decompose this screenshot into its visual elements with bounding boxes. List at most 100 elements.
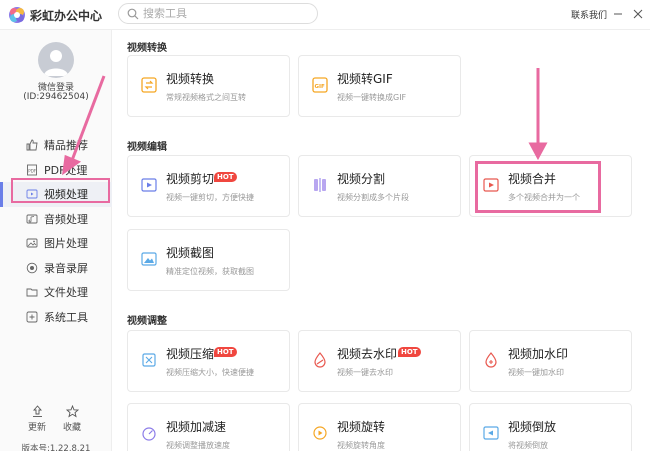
- sidebar-item-system-tools[interactable]: 系统工具: [0, 305, 112, 330]
- card-video-snapshot[interactable]: 视频截图 精准定位视频，获取截图: [127, 229, 290, 291]
- video-split-icon: [314, 178, 326, 192]
- sidebar-item-label: 视频处理: [44, 188, 88, 202]
- image-icon: [26, 238, 38, 248]
- update-button[interactable]: 更新: [22, 405, 52, 433]
- sidebar-item-label: 精品推荐: [44, 139, 88, 153]
- hot-badge: HOT: [398, 347, 421, 357]
- minimize-icon[interactable]: [611, 7, 625, 21]
- video-convert-icon: [141, 77, 157, 93]
- card-video-compress[interactable]: 视频压缩 HOT 视频压缩大小，快速便捷: [127, 330, 290, 392]
- card-title: 视频加减速: [166, 420, 227, 434]
- svg-text:PDF: PDF: [28, 168, 36, 173]
- reverse-icon: [483, 426, 499, 440]
- folder-icon: [26, 288, 38, 297]
- version-label: 版本号:1.22.8.21: [21, 444, 91, 451]
- card-title: 视频倒放: [508, 420, 557, 434]
- video-compress-icon: [142, 353, 156, 367]
- card-video-cut[interactable]: 视频剪切 HOT 视频一键剪切，方便快捷: [127, 155, 290, 217]
- sidebar-item-image[interactable]: 图片处理: [0, 231, 112, 256]
- avatar[interactable]: [38, 42, 74, 78]
- card-description: 视频调整播放速度: [166, 441, 230, 450]
- video-cut-icon: [141, 178, 157, 192]
- card-description: 视频一键加水印: [508, 368, 564, 377]
- card-video-to-gif[interactable]: GIF 视频转GIF 视频一键转换成GIF: [298, 55, 461, 117]
- user-id: (ID:29462504): [23, 92, 89, 102]
- card-title: 视频转GIF: [337, 72, 393, 86]
- card-description: 视频旋转角度: [337, 441, 385, 450]
- sidebar-item-label: PDF处理: [44, 163, 88, 177]
- title-bar: 彩虹办公中心 联系我们: [0, 0, 650, 30]
- card-title: 视频加水印: [508, 347, 569, 361]
- sidebar-item-label: 系统工具: [44, 310, 88, 324]
- sidebar-nav: 精品推荐 PDF PDF处理 视频处理 音频处理 图片处理 录音录屏 文件处理: [0, 133, 112, 329]
- thumbs-up-icon: [26, 139, 38, 151]
- video-merge-icon: [483, 178, 499, 192]
- card-video-speed[interactable]: 视频加减速 视频调整播放速度: [127, 403, 290, 451]
- card-description: 视频一键剪切，方便快捷: [166, 193, 254, 202]
- sidebar-item-label: 文件处理: [44, 286, 88, 300]
- sidebar-item-audio[interactable]: 音频处理: [0, 207, 112, 232]
- record-icon: [26, 262, 38, 274]
- section-title-edit: 视频编辑: [127, 142, 167, 153]
- card-description: 视频分割成多个片段: [337, 193, 409, 202]
- user-icon: [44, 50, 68, 76]
- watermark-remove-icon: [314, 352, 326, 368]
- card-title: 视频旋转: [337, 420, 386, 434]
- card-description: 将视频倒放: [508, 441, 548, 450]
- sidebar: 微信登录 (ID:29462504) 精品推荐 PDF PDF处理 视频处理 音…: [0, 30, 112, 451]
- tools-icon: [26, 311, 38, 323]
- card-title: 视频压缩: [166, 347, 215, 361]
- app-title: 彩虹办公中心: [30, 9, 103, 23]
- section-title-adjust: 视频调整: [127, 316, 167, 327]
- section-title-convert: 视频转换: [127, 43, 167, 54]
- sidebar-item-label: 图片处理: [44, 237, 88, 251]
- main-content: 视频转换 视频转换 常规视频格式之间互转 GIF 视频转GIF 视频一键转换成G…: [112, 30, 650, 451]
- sidebar-item-recommended[interactable]: 精品推荐: [0, 133, 112, 158]
- rainbow-logo-icon: [9, 7, 25, 23]
- card-title: 视频剪切: [166, 172, 215, 186]
- card-video-remove-watermark[interactable]: 视频去水印 HOT 视频一键去水印: [298, 330, 461, 392]
- sidebar-item-label: 音频处理: [44, 212, 88, 226]
- search-icon: [127, 8, 139, 20]
- sidebar-item-record[interactable]: 录音录屏: [0, 256, 112, 281]
- card-description: 视频压缩大小，快速便捷: [166, 368, 254, 377]
- card-video-merge[interactable]: 视频合并 多个视频合并为一个: [469, 155, 632, 217]
- sidebar-item-video[interactable]: 视频处理: [0, 182, 112, 207]
- hot-badge: HOT: [214, 347, 237, 357]
- video-icon: [26, 189, 38, 199]
- card-title: 视频转换: [166, 72, 215, 86]
- search-input[interactable]: [143, 6, 313, 21]
- card-title: 视频去水印: [337, 347, 398, 361]
- speed-icon: [142, 427, 156, 441]
- watermark-add-icon: [485, 352, 497, 368]
- card-description: 精准定位视频，获取截图: [166, 267, 254, 276]
- card-video-rotate[interactable]: 视频旋转 视频旋转角度: [298, 403, 461, 451]
- card-title: 视频截图: [166, 246, 215, 260]
- contact-us-link[interactable]: 联系我们: [571, 8, 607, 21]
- sidebar-item-label: 录音录屏: [44, 261, 88, 275]
- svg-text:GIF: GIF: [315, 84, 326, 90]
- card-title: 视频分割: [337, 172, 386, 186]
- pdf-icon: PDF: [27, 164, 37, 176]
- card-description: 多个视频合并为一个: [508, 193, 580, 202]
- close-icon[interactable]: [631, 7, 645, 21]
- update-label: 更新: [27, 423, 46, 433]
- card-video-split[interactable]: 视频分割 视频分割成多个片段: [298, 155, 461, 217]
- card-video-reverse[interactable]: 视频倒放 将视频倒放: [469, 403, 632, 451]
- video-snapshot-icon: [141, 252, 157, 266]
- sidebar-item-pdf[interactable]: PDF PDF处理: [0, 158, 112, 183]
- search-box[interactable]: [118, 3, 318, 24]
- audio-icon: [26, 214, 38, 224]
- favorite-label: 收藏: [62, 423, 81, 433]
- card-video-add-watermark[interactable]: 视频加水印 视频一键加水印: [469, 330, 632, 392]
- hot-badge: HOT: [214, 172, 237, 182]
- gif-icon: GIF: [312, 77, 328, 93]
- card-description: 视频一键去水印: [337, 368, 393, 377]
- card-description: 视频一键转换成GIF: [337, 93, 407, 102]
- card-description: 常规视频格式之间互转: [166, 93, 246, 102]
- rotate-icon: [313, 426, 327, 440]
- star-icon: [65, 405, 79, 418]
- favorite-button[interactable]: 收藏: [57, 405, 87, 433]
- sidebar-item-file[interactable]: 文件处理: [0, 280, 112, 305]
- card-video-convert[interactable]: 视频转换 常规视频格式之间互转: [127, 55, 290, 117]
